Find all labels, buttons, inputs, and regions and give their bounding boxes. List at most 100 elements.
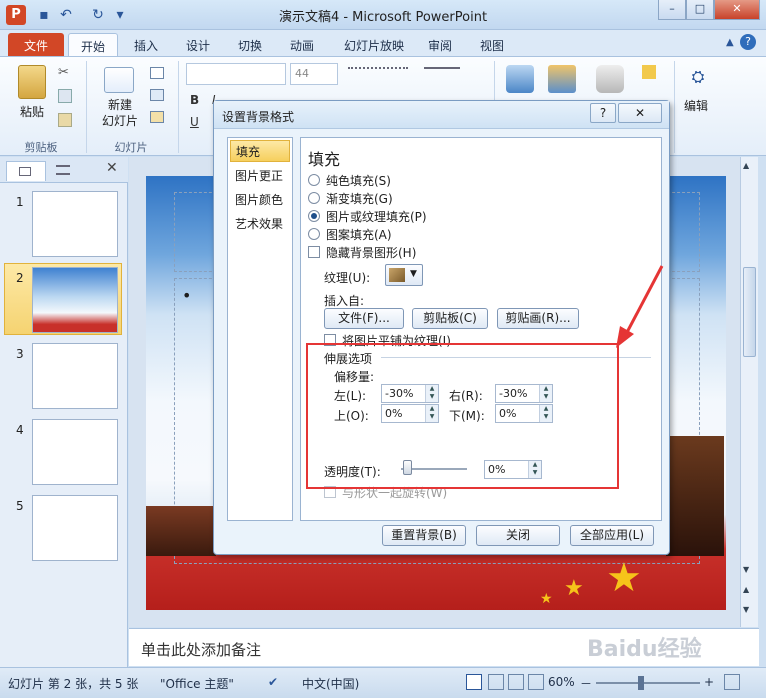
layout-icon[interactable] <box>150 67 164 79</box>
font-family-combo[interactable] <box>186 63 286 85</box>
zoom-in-button[interactable]: + <box>704 675 714 689</box>
tab-home[interactable]: 开始 <box>68 33 118 56</box>
paste-icon[interactable] <box>18 65 46 99</box>
pagoda-image <box>666 436 724 556</box>
category-fill[interactable]: 填充 <box>230 140 290 162</box>
picture-fill-radio[interactable] <box>308 210 320 222</box>
language[interactable]: 中文(中国) <box>302 675 359 692</box>
insert-clipart-button[interactable]: 剪贴画(R)... <box>497 308 579 329</box>
tab-insert[interactable]: 插入 <box>124 33 168 56</box>
vertical-scrollbar[interactable]: ▲ ▼ ▲ ▼ <box>740 157 758 627</box>
category-artistic-effects[interactable]: 艺术效果 <box>230 213 290 235</box>
category-picture-corrections[interactable]: 图片更正 <box>230 165 290 187</box>
dialog-close-button[interactable]: ✕ <box>618 103 662 123</box>
format-painter-icon[interactable] <box>58 113 72 127</box>
bold-button[interactable]: B <box>190 93 199 107</box>
chevron-down-icon: ▼ <box>410 269 417 279</box>
fill-bucket-icon[interactable] <box>642 65 656 79</box>
notes-placeholder[interactable]: 单击此处添加备注 <box>141 639 261 660</box>
shapes-icon[interactable] <box>506 65 534 93</box>
separator <box>178 61 179 153</box>
scroll-up-icon[interactable]: ▲ <box>743 161 749 170</box>
watermark: Baidu经验 <box>587 637 702 662</box>
reading-view-icon[interactable] <box>508 674 524 690</box>
panel-heading: 填充 <box>308 150 341 169</box>
font-size-combo[interactable]: 44 <box>290 63 338 85</box>
spellcheck-icon[interactable]: ✔ <box>268 675 282 689</box>
slide-thumbnail[interactable] <box>32 495 118 561</box>
tab-design[interactable]: 设计 <box>176 33 220 56</box>
tab-review[interactable]: 审阅 <box>420 33 460 56</box>
quick-styles-icon[interactable] <box>596 65 624 93</box>
next-slide-icon[interactable]: ▼ <box>743 605 749 614</box>
close-window-button[interactable]: ✕ <box>714 0 760 20</box>
slide-number: 5 <box>16 499 24 513</box>
annotation-arrow <box>616 265 664 348</box>
fit-window-icon[interactable] <box>724 674 740 690</box>
section-icon[interactable] <box>150 111 164 123</box>
slide-thumbnail[interactable] <box>32 343 118 409</box>
find-binoculars-icon[interactable]: ⛭ <box>686 67 710 89</box>
copy-icon[interactable] <box>58 89 72 103</box>
cut-icon[interactable]: ✂ <box>58 65 72 80</box>
slide-number: 1 <box>16 195 24 209</box>
paste-button[interactable]: 粘贴 <box>20 103 44 120</box>
theme-name[interactable]: "Office 主题" <box>160 675 234 692</box>
arrange-icon[interactable] <box>548 65 576 93</box>
hide-bg-checkbox[interactable] <box>308 246 320 258</box>
scroll-down-icon[interactable]: ▼ <box>743 565 749 574</box>
picture-fill-label[interactable]: 图片或纹理填充(P) <box>326 208 427 225</box>
new-slide-icon[interactable] <box>104 67 134 93</box>
reset-icon[interactable] <box>150 89 164 101</box>
prev-slide-icon[interactable]: ▲ <box>743 585 749 594</box>
slide-thumbnail-active[interactable] <box>32 267 118 333</box>
insert-file-button[interactable]: 文件(F)... <box>324 308 404 329</box>
sorter-view-icon[interactable] <box>488 674 504 690</box>
maximize-button[interactable]: □ <box>686 0 714 20</box>
tab-transitions[interactable]: 切换 <box>228 33 272 56</box>
outline-tab-icon[interactable] <box>56 165 70 175</box>
normal-view-icon[interactable] <box>466 674 482 690</box>
star-icon: ★ <box>540 591 553 607</box>
clipboard-group-label: 剪贴板 <box>24 141 58 154</box>
tab-slides-thumb[interactable] <box>6 161 46 181</box>
gradient-fill-label[interactable]: 渐变填充(G) <box>326 190 393 207</box>
texture-dropdown[interactable]: ▼ <box>385 264 423 286</box>
new-slide-button[interactable]: 新建 幻灯片 <box>96 97 144 129</box>
scroll-thumb[interactable] <box>743 267 756 357</box>
minimize-button[interactable]: – <box>658 0 686 20</box>
category-picture-color[interactable]: 图片颜色 <box>230 189 290 211</box>
zoom-slider-thumb[interactable] <box>638 676 644 690</box>
solid-fill-label[interactable]: 纯色填充(S) <box>326 172 391 189</box>
tab-file[interactable]: 文件 <box>8 33 64 56</box>
apply-all-button[interactable]: 全部应用(L) <box>570 525 654 546</box>
pane-tabs: ✕ <box>0 157 128 183</box>
insert-clipboard-button[interactable]: 剪贴板(C) <box>412 308 488 329</box>
editing-button[interactable]: 编辑 <box>684 97 708 114</box>
bullets-icon[interactable] <box>348 67 408 71</box>
solid-fill-radio[interactable] <box>308 174 320 186</box>
pattern-fill-radio[interactable] <box>308 228 320 240</box>
collapse-ribbon-icon[interactable]: ▲ <box>726 37 738 49</box>
close-button[interactable]: 关闭 <box>476 525 560 546</box>
zoom-level[interactable]: 60% <box>548 675 575 689</box>
close-pane-icon[interactable]: ✕ <box>106 160 118 176</box>
slide-thumbnail[interactable] <box>32 419 118 485</box>
notes-pane[interactable]: 单击此处添加备注 Baidu经验 <box>129 628 759 666</box>
zoom-out-button[interactable]: － <box>580 675 592 692</box>
tab-view[interactable]: 视图 <box>472 33 512 56</box>
slide-thumbnail[interactable] <box>32 191 118 257</box>
tab-animations[interactable]: 动画 <box>280 33 324 56</box>
underline-button[interactable]: U <box>190 115 199 129</box>
pattern-fill-label[interactable]: 图案填充(A) <box>326 226 392 243</box>
dialog-titlebar[interactable]: 设置背景格式 ? ✕ <box>214 101 669 129</box>
zoom-slider[interactable] <box>596 682 700 684</box>
hide-bg-label[interactable]: 隐藏背景图形(H) <box>326 244 416 261</box>
line-spacing-icon[interactable] <box>424 67 460 71</box>
help-icon[interactable]: ? <box>740 34 756 50</box>
tab-slideshow[interactable]: 幻灯片放映 <box>334 33 414 56</box>
slideshow-view-icon[interactable] <box>528 674 544 690</box>
gradient-fill-radio[interactable] <box>308 192 320 204</box>
reset-background-button[interactable]: 重置背景(B) <box>382 525 466 546</box>
dialog-help-button[interactable]: ? <box>590 103 616 123</box>
